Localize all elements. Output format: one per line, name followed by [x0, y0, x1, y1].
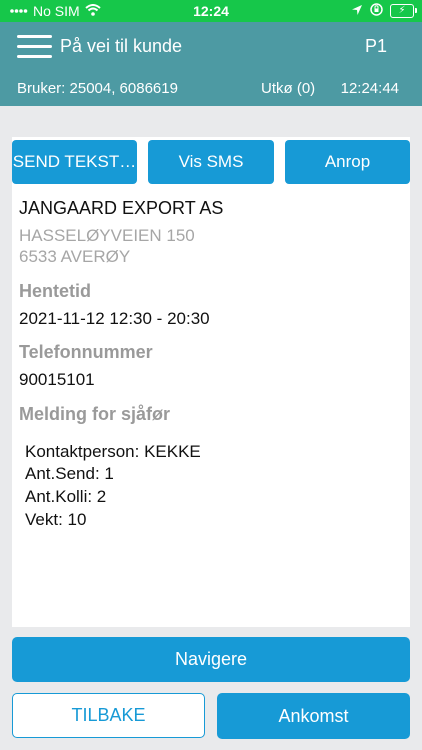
driver-message-line: Ant.Send: 1: [25, 464, 114, 483]
back-button[interactable]: TILBAKE: [12, 693, 205, 738]
driver-message-line: Ant.Kolli: 2: [25, 487, 107, 506]
outbox-status: Utkø (0): [261, 80, 316, 97]
phone-label: Telefonnummer: [19, 342, 153, 362]
status-bar-right: ⚡: [351, 3, 417, 19]
driver-message-label: Melding for sjåfør: [19, 404, 171, 424]
customer-address-line2: 6533 AVERØY: [19, 247, 131, 266]
customer-name: JANGAARD EXPORT AS: [19, 198, 224, 218]
charging-battery-icon: ⚡: [390, 4, 417, 18]
navigate-button[interactable]: Navigere: [12, 637, 410, 682]
call-button[interactable]: Anrop: [285, 140, 410, 184]
status-bar: No SIM 12:24 ⚡: [0, 0, 422, 22]
driver-message-line: Vekt: 10: [25, 510, 87, 529]
page-title: På vei til kunde: [60, 36, 183, 56]
location-icon: [351, 3, 363, 19]
send-text-button[interactable]: SEND TEKST…: [12, 140, 137, 184]
menu-icon[interactable]: [17, 33, 52, 61]
pickup-time-label: Hentetid: [19, 281, 91, 301]
user-info: Bruker: 25004, 6086619: [17, 80, 178, 97]
show-sms-button[interactable]: Vis SMS: [148, 140, 274, 184]
arrival-button[interactable]: Ankomst: [217, 693, 410, 739]
priority-label: P1: [364, 36, 387, 56]
header-clock: 12:24:44: [340, 80, 399, 97]
driver-message-line: Kontaktperson: KEKKE: [25, 442, 201, 461]
job-details-card: SEND TEKST… Vis SMS Anrop JANGAARD EXPOR…: [12, 137, 410, 627]
phone-value: 90015101: [19, 370, 95, 389]
pickup-time-value: 2021-11-12 12:30 - 20:30: [19, 309, 210, 328]
orientation-lock-icon: [370, 3, 383, 19]
customer-address-line1: HASSELØYVEIEN 150: [19, 226, 195, 245]
app-header: På vei til kunde P1 Bruker: 25004, 60866…: [0, 22, 422, 106]
